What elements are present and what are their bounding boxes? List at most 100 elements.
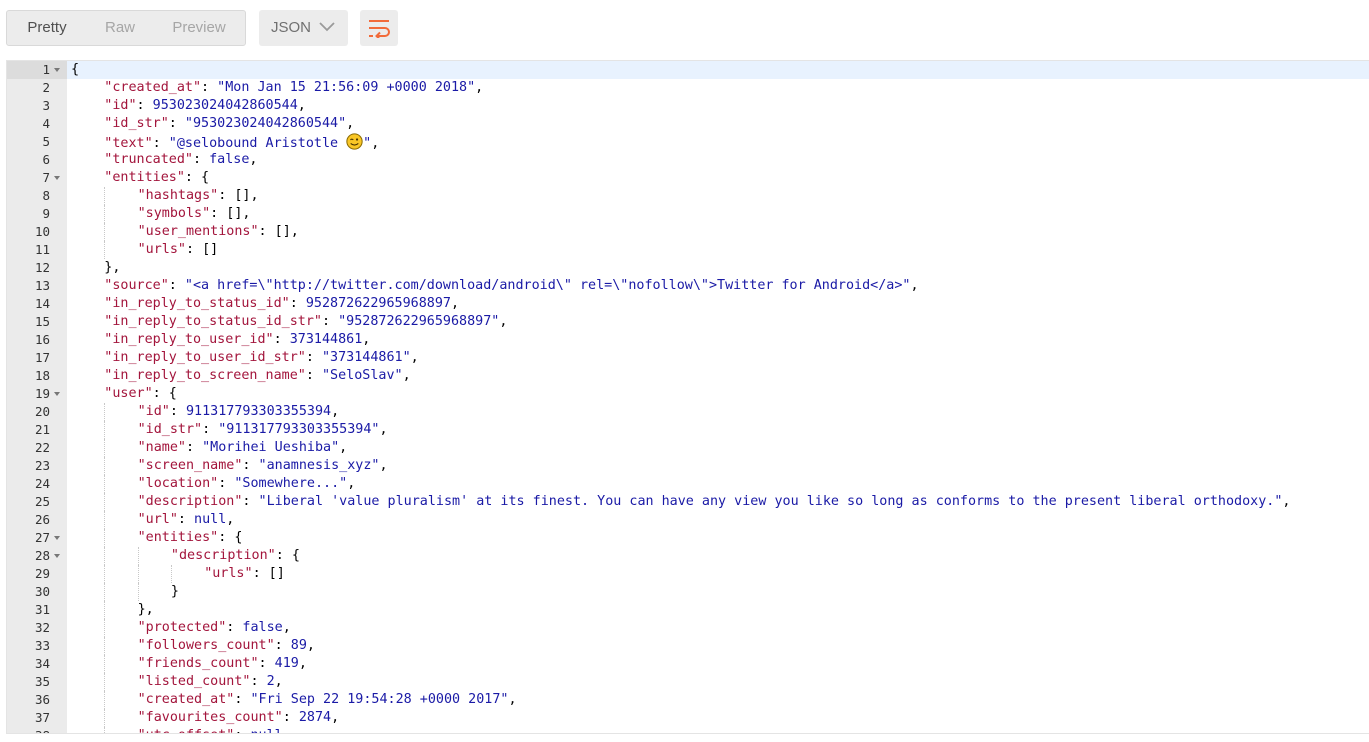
json-punctuation: , bbox=[450, 296, 460, 311]
json-punctuation: : bbox=[273, 332, 290, 347]
line-number: 35 bbox=[34, 674, 50, 689]
json-punctuation: : bbox=[136, 98, 153, 113]
line-number: 38 bbox=[7, 727, 67, 733]
json-key: "utc_offset" bbox=[138, 728, 235, 733]
json-key: "id" bbox=[137, 404, 170, 419]
code-line: 7 "entities": { bbox=[7, 169, 1369, 187]
code-line: 11 "urls": [] bbox=[7, 241, 1369, 259]
json-key: "description" bbox=[137, 494, 243, 509]
line-number: 9 bbox=[42, 206, 50, 221]
indent-guide bbox=[104, 727, 106, 733]
indent-guide bbox=[104, 511, 106, 529]
code-text: "entities": { bbox=[138, 529, 243, 547]
chevron-down-icon bbox=[319, 22, 335, 32]
code-line: 32 "protected": false, bbox=[7, 619, 1369, 637]
json-number: 2874 bbox=[298, 710, 332, 725]
indent-guide bbox=[104, 457, 106, 475]
json-key: "in_reply_to_user_id_str" bbox=[104, 350, 306, 365]
code-text: "followers_count": 89, bbox=[138, 637, 315, 655]
line-number: 25 bbox=[34, 494, 50, 509]
code-line: 36 "created_at": "Fri Sep 22 19:54:28 +00… bbox=[7, 691, 1369, 709]
code-text: "user_mentions": [], bbox=[138, 223, 299, 241]
code-line: 31}, bbox=[7, 601, 1369, 619]
indent-guide bbox=[137, 547, 139, 565]
code-text: "hashtags": [], bbox=[138, 187, 259, 205]
code-text: "text": "@selobound Aristotle ", bbox=[104, 133, 379, 153]
code-line: 1{ bbox=[7, 61, 1369, 79]
json-punctuation: : bbox=[258, 656, 275, 671]
json-punctuation: : bbox=[168, 278, 185, 293]
json-punctuation: , bbox=[499, 314, 508, 329]
json-key: "listed_count" bbox=[137, 674, 251, 689]
fold-toggle-icon[interactable] bbox=[54, 176, 60, 180]
json-key: "in_reply_to_user_id" bbox=[104, 332, 274, 347]
code-line: 10 "user_mentions": [], bbox=[7, 223, 1369, 241]
code-line: 28 "description": { bbox=[7, 547, 1369, 565]
fold-toggle-icon[interactable] bbox=[54, 68, 60, 72]
json-string: "anamnesis_xyz" bbox=[258, 458, 380, 473]
json-punctuation: : bbox=[242, 494, 259, 509]
json-punctuation: : bbox=[242, 458, 259, 473]
line-number: 26 bbox=[34, 512, 50, 527]
line-number: 34 bbox=[34, 656, 50, 671]
json-string: "Fri Sep 22 19:54:28 +0000 2017" bbox=[250, 692, 509, 707]
code-line: 34 "friends_count": 419, bbox=[7, 655, 1369, 673]
code-line: 38 "utc_offset": null, bbox=[7, 727, 1369, 733]
code-text: "urls": [] bbox=[204, 565, 285, 583]
fold-toggle-icon[interactable] bbox=[54, 554, 60, 558]
code-text: "id_str": "911317793303355394", bbox=[138, 421, 388, 439]
line-number: 23 bbox=[34, 458, 50, 473]
json-punctuation: , bbox=[362, 332, 371, 347]
code-text: "user": { bbox=[104, 385, 177, 403]
code-text: "source": "<a href=\"http://twitter.com/… bbox=[104, 277, 918, 295]
json-number: 373144861 bbox=[289, 332, 363, 347]
json-punctuation: , bbox=[1282, 494, 1291, 509]
json-key: "entities" bbox=[137, 530, 219, 545]
indent-guide bbox=[170, 565, 172, 583]
code-line: 2 "created_at": "Mon Jan 15 21:56:09 +000… bbox=[7, 79, 1369, 97]
line-number: 12 bbox=[34, 260, 50, 275]
format-dropdown-label: JSON bbox=[271, 19, 312, 36]
code-text: "created_at": "Mon Jan 15 21:56:09 +0000… bbox=[104, 79, 483, 97]
json-string: "953023024042860544" bbox=[184, 116, 347, 131]
indent-guide bbox=[104, 655, 106, 673]
preview-tab[interactable]: Preview bbox=[153, 11, 245, 45]
code-text: "description": "Liberal 'value pluralism… bbox=[138, 493, 1291, 511]
code-lines: 1{2 "created_at": "Mon Jan 15 21:56:09 +0… bbox=[7, 61, 1369, 733]
code-line: 4 "id_str": "953023024042860544", bbox=[7, 115, 1369, 133]
code-text: "urls": [] bbox=[138, 241, 219, 259]
code-line: 24 "location": "Somewhere...", bbox=[7, 475, 1369, 493]
json-punctuation: , bbox=[379, 458, 388, 473]
json-key: "id" bbox=[104, 98, 137, 113]
code-line: 21 "id_str": "911317793303355394", bbox=[7, 421, 1369, 439]
json-number: 2 bbox=[266, 674, 275, 689]
json-punctuation: : [] bbox=[252, 566, 285, 581]
line-number: 10 bbox=[34, 224, 50, 239]
fold-toggle-icon[interactable] bbox=[54, 392, 60, 396]
json-key: "entities" bbox=[104, 170, 185, 185]
line-number: 18 bbox=[34, 368, 50, 383]
raw-tab[interactable]: Raw bbox=[87, 11, 153, 45]
indent-guide bbox=[104, 637, 106, 655]
code-line: 20 "id": 911317793303355394, bbox=[7, 403, 1369, 421]
code-line: 22 "name": "Morihei Ueshiba", bbox=[7, 439, 1369, 457]
code-text: "entities": { bbox=[104, 169, 209, 187]
fold-toggle-icon[interactable] bbox=[54, 536, 60, 540]
json-string: "Somewhere..." bbox=[234, 476, 348, 491]
format-dropdown[interactable]: JSON bbox=[259, 10, 348, 46]
wrap-lines-button[interactable] bbox=[360, 10, 398, 46]
indent-guide bbox=[104, 403, 106, 421]
json-punctuation: : bbox=[289, 296, 306, 311]
json-punctuation: , bbox=[508, 692, 517, 707]
json-punctuation: , bbox=[297, 98, 306, 113]
line-number: 13 bbox=[34, 278, 50, 293]
json-key: "hashtags" bbox=[137, 188, 219, 203]
code-text: "favourites_count": 2874, bbox=[138, 709, 340, 727]
pretty-tab[interactable]: Pretty bbox=[7, 11, 87, 45]
json-punctuation: : bbox=[282, 710, 299, 725]
line-number: 16 bbox=[34, 332, 50, 347]
response-body-editor[interactable]: 1{2 "created_at": "Mon Jan 15 21:56:09 +0… bbox=[6, 60, 1369, 734]
code-line: 16 "in_reply_to_user_id": 373144861, bbox=[7, 331, 1369, 349]
json-literal: false bbox=[242, 620, 283, 635]
json-literal: null bbox=[250, 728, 282, 733]
